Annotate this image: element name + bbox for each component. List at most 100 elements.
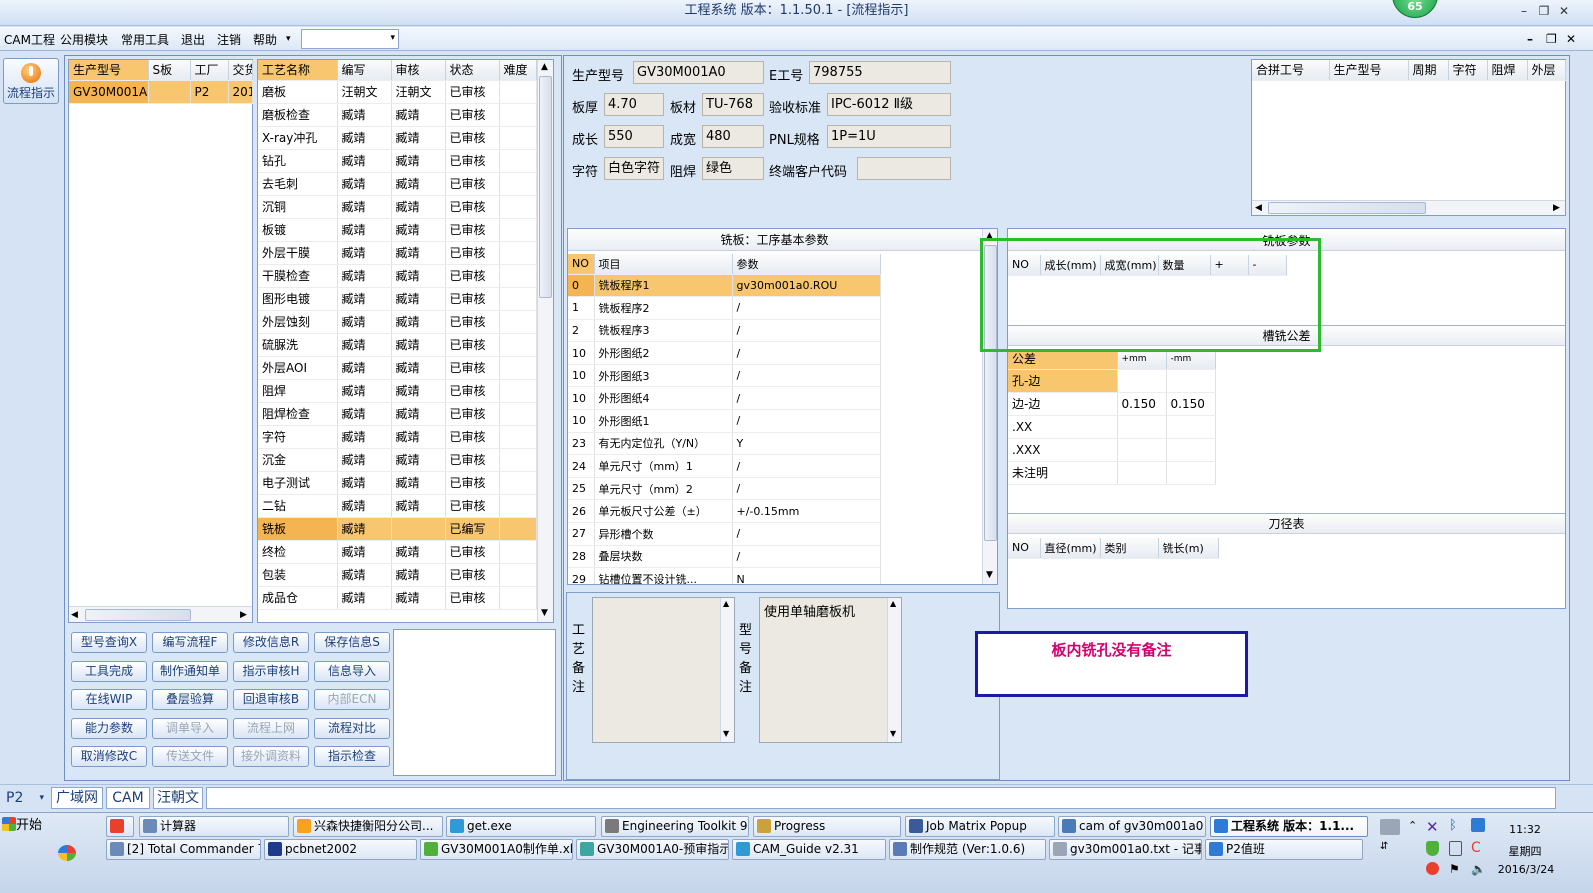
table-row[interactable]: 10 外形图纸1/ xyxy=(568,409,881,433)
scroll-thumb[interactable] xyxy=(85,609,191,621)
action-button-8[interactable]: 在线WIP xyxy=(71,689,147,711)
thick-field[interactable]: 4.70 xyxy=(604,93,664,116)
tray-expand-icon[interactable]: ⇵ xyxy=(1380,841,1388,852)
menu-tools[interactable]: 常用工具 xyxy=(121,31,169,48)
std-field[interactable]: IPC-6012 Ⅱ级 xyxy=(827,93,951,116)
table-row[interactable]: 26 单元板尺寸公差（±） +/-0.15mm xyxy=(568,499,881,524)
col-period[interactable]: 周期 xyxy=(1408,60,1449,81)
close-icon[interactable]: ✕ xyxy=(1556,3,1572,19)
menu-help[interactable]: 帮助 xyxy=(253,31,277,48)
table-row[interactable]: 铣板 臧靖 已编写 xyxy=(258,517,537,541)
table-row[interactable]: 孔-边 xyxy=(1008,369,1216,393)
col-delivery[interactable]: 交货 xyxy=(228,60,253,81)
char-field[interactable]: 白色字符 xyxy=(604,157,664,180)
scroll-left-icon[interactable]: ◀ xyxy=(71,610,78,620)
table-row[interactable]: 去毛刺 臧靖 臧靖 已审核 xyxy=(258,172,537,196)
action-button-7[interactable]: 信息导入 xyxy=(314,660,390,682)
vertical-scrollbar[interactable]: ▲ ▼ xyxy=(887,598,901,742)
table-row[interactable]: 终检 臧靖 臧靖 已审核 xyxy=(258,540,537,564)
table-row[interactable]: 24 单元尺寸（mm）1/ xyxy=(568,454,881,478)
table-row[interactable]: 25 单元尺寸（mm）2/ xyxy=(568,477,881,501)
taskbar-button[interactable] xyxy=(106,816,134,837)
action-button-3[interactable]: 保存信息S xyxy=(314,632,390,653)
taskbar-button[interactable]: P2值班 xyxy=(1205,839,1363,860)
tray-app-icon[interactable] xyxy=(1471,818,1485,832)
col-item[interactable]: 项目 xyxy=(594,254,733,275)
horizontal-scrollbar[interactable]: ◀ ▶ xyxy=(69,606,252,622)
shield-icon[interactable] xyxy=(1426,841,1439,856)
table-row[interactable]: .XXX xyxy=(1008,438,1216,462)
table-row[interactable]: 二钻 臧靖 臧靖 已审核 xyxy=(258,494,537,518)
table-row[interactable]: 钻孔 臧靖 臧靖 已审核 xyxy=(258,149,537,173)
menu-more-icon[interactable]: ▾ xyxy=(286,34,291,44)
table-row[interactable]: 磨板检查 臧靖 臧靖 已审核 xyxy=(258,103,537,127)
action-button-17[interactable]: 传送文件 xyxy=(152,746,228,768)
action-button-5[interactable]: 制作通知单 xyxy=(152,660,228,682)
table-row[interactable]: X-ray冲孔 臧靖 臧靖 已审核 xyxy=(258,126,537,150)
table-row[interactable]: 1 铣板程序2/ xyxy=(568,296,881,320)
taskbar-button[interactable]: CAM_Guide v2.31 xyxy=(732,839,886,860)
eno-field[interactable]: 798755 xyxy=(809,61,951,84)
col-writer[interactable]: 编写 xyxy=(337,60,392,81)
scroll-left-icon[interactable]: ◀ xyxy=(1255,203,1262,213)
volume-icon[interactable]: 🔈 xyxy=(1471,862,1486,876)
flow-indicator-button[interactable]: 流程指示 xyxy=(3,58,59,104)
table-row[interactable]: GV30M001A0 P2 201 xyxy=(69,80,253,104)
col-factory[interactable]: 工厂 xyxy=(190,60,229,81)
toolbar-combo[interactable]: ▾ xyxy=(301,29,399,49)
tray-x-icon[interactable]: ✕ xyxy=(1426,818,1439,836)
customer-field[interactable] xyxy=(857,157,951,180)
col-difficulty[interactable]: 难度 xyxy=(499,60,537,81)
tray-flag-icon[interactable]: ⚑ xyxy=(1449,862,1460,876)
action-button-2[interactable]: 修改信息R xyxy=(233,632,309,653)
scroll-right-icon[interactable]: ▶ xyxy=(240,610,247,620)
taskbar-button[interactable]: cam of gv30m001a0 xyxy=(1058,816,1206,837)
table-row[interactable]: 2 铣板程序3/ xyxy=(568,319,881,343)
action-button-15[interactable]: 流程对比 xyxy=(314,717,390,739)
tray-red-icon[interactable] xyxy=(1426,862,1439,875)
table-row[interactable]: 边-边 0.150 0.150 xyxy=(1008,392,1216,416)
col-no[interactable]: NO xyxy=(568,254,595,275)
table-row[interactable]: 磨板 汪朝文 汪朝文 已审核 xyxy=(258,80,537,104)
pnl-field[interactable]: 1P=1U xyxy=(827,125,951,148)
table-row[interactable]: 字符 臧靖 臧靖 已审核 xyxy=(258,425,537,449)
action-button-18[interactable]: 接外调资料 xyxy=(233,746,309,768)
col-char[interactable]: 字符 xyxy=(1448,60,1488,81)
scroll-thumb[interactable] xyxy=(539,76,552,298)
taskbar-button[interactable]: gv30m001a0.txt - 记事本 xyxy=(1049,839,1202,860)
table-row[interactable]: 包装 臧靖 臧靖 已审核 xyxy=(258,563,537,587)
menu-logout[interactable]: 注销 xyxy=(217,31,241,48)
taskbar-button[interactable]: [2] Total Commander 7.... xyxy=(106,839,261,860)
action-button-12[interactable]: 能力参数 xyxy=(71,717,147,739)
table-row[interactable]: 沉铜 臧靖 臧靖 已审核 xyxy=(258,195,537,219)
status-tab-user[interactable]: 汪朝文 xyxy=(153,787,203,809)
action-button-13[interactable]: 调单导入 xyxy=(152,717,228,739)
taskbar-button[interactable]: 工程系统 版本：1.1... xyxy=(1210,816,1368,837)
col-no[interactable]: NO xyxy=(1008,538,1041,559)
action-button-1[interactable]: 编写流程F xyxy=(152,632,228,653)
clock-time[interactable]: 11:32 xyxy=(1500,823,1550,836)
vertical-scrollbar[interactable]: ▲ ▼ xyxy=(720,598,734,742)
taskbar-button[interactable]: GV30M001A0-预审指示... xyxy=(576,839,729,860)
table-row[interactable]: .XX xyxy=(1008,415,1216,439)
tray-c-icon[interactable]: C xyxy=(1471,840,1481,856)
scroll-up-icon[interactable]: ▲ xyxy=(541,62,548,72)
taskbar-button[interactable]: 制作规范 (Ver:1.0.6) xyxy=(889,839,1046,860)
col-model[interactable]: 生产型号 xyxy=(69,60,149,81)
mdi-close-icon[interactable]: ✕ xyxy=(1566,32,1576,46)
scroll-down-icon[interactable]: ▼ xyxy=(986,570,993,580)
col-mask[interactable]: 阻焊 xyxy=(1487,60,1528,81)
col-plus-mm[interactable]: +mm xyxy=(1117,349,1167,370)
taskbar-button[interactable]: get.exe xyxy=(446,816,596,837)
model-field[interactable]: GV30M001A0 xyxy=(633,61,764,84)
table-row[interactable]: 28 叠层块数 / xyxy=(568,545,881,569)
table-row[interactable]: 电子测试 臧靖 臧靖 已审核 xyxy=(258,471,537,495)
table-row[interactable]: 阻焊 臧靖 臧靖 已审核 xyxy=(258,379,537,403)
material-field[interactable]: TU-768 xyxy=(702,93,764,116)
table-row[interactable]: 29 钻槽位置不设计铣... N xyxy=(568,567,881,584)
table-row[interactable]: 阻焊检查 臧靖 臧靖 已审核 xyxy=(258,402,537,426)
table-row[interactable]: 图形电镀 臧靖 臧靖 已审核 xyxy=(258,287,537,311)
tray-up-icon[interactable]: ⌃ xyxy=(1408,819,1417,832)
mdi-minimize-icon[interactable]: – xyxy=(1527,32,1533,46)
restore-icon[interactable]: ❐ xyxy=(1536,3,1552,19)
